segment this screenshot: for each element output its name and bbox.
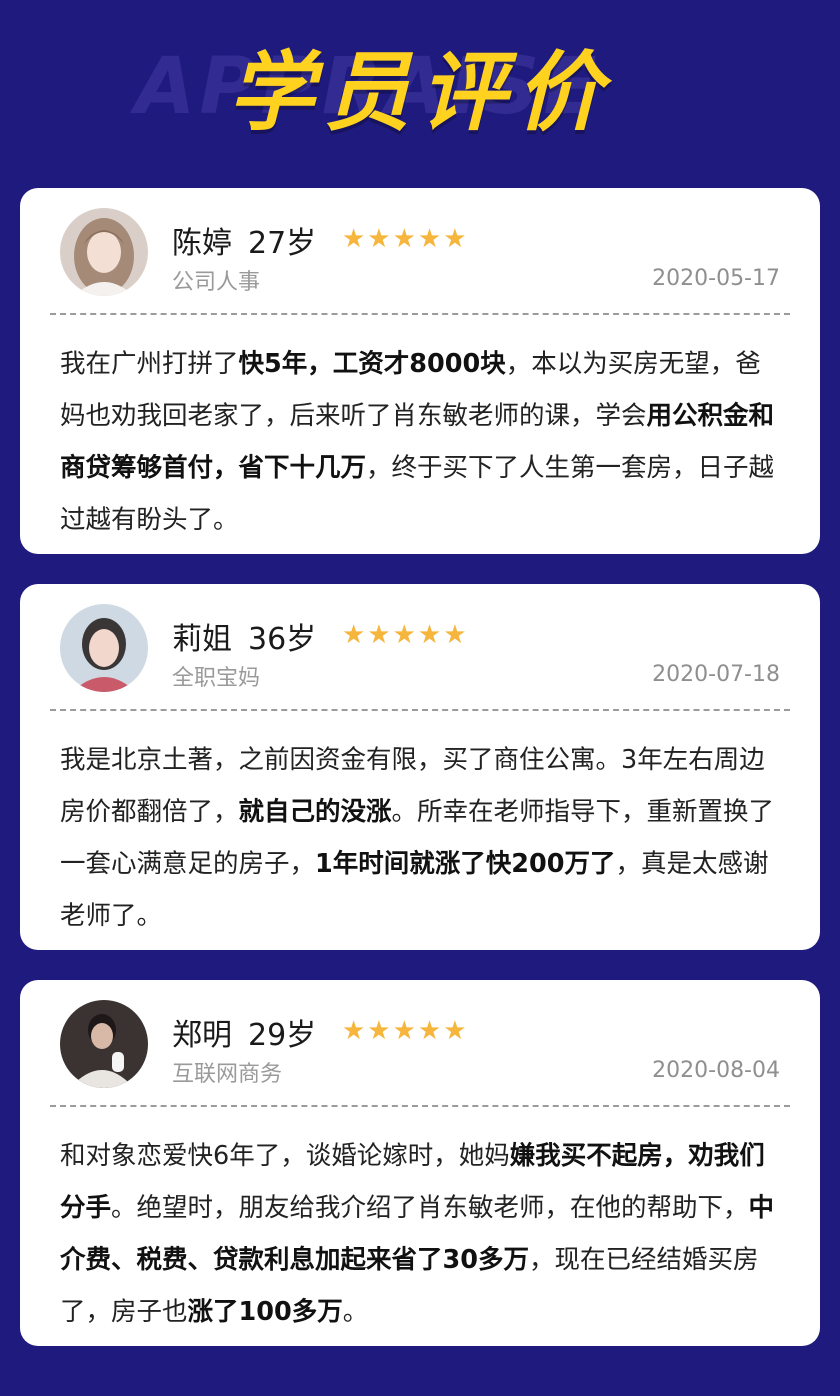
- reviewer-age: 36岁: [248, 622, 317, 657]
- reviewer-occupation: 全职宝妈: [172, 666, 261, 691]
- review-card: 莉姐 36岁 ★★★★★ 全职宝妈 2020-07-18 我是北京土著，之前因资金…: [20, 584, 820, 950]
- page-title: 学员评价: [228, 43, 612, 143]
- review-highlight: 涨了100多万: [187, 1297, 343, 1327]
- reviewer-name: 莉姐: [172, 622, 232, 657]
- reviewer-name-line: 陈婷 27岁: [172, 218, 316, 262]
- reviewer-age: 27岁: [248, 226, 317, 261]
- review-date: 2020-08-04: [652, 1058, 780, 1083]
- star-rating-icon: ★★★★★: [342, 620, 469, 650]
- review-segment: 。绝望时，朋友给我介绍了肖东敏老师，在他的帮助下，: [111, 1193, 749, 1223]
- review-highlight: 就自己的没涨: [238, 797, 392, 827]
- review-segment: 和对象恋爱快6年了，谈婚论嫁时，她妈: [60, 1141, 510, 1171]
- review-card: 陈婷 27岁 ★★★★★ 公司人事 2020-05-17 我在广州打拼了快5年，工…: [20, 188, 820, 554]
- reviewer-name: 陈婷: [172, 226, 232, 261]
- reviewer-occupation: 互联网商务: [172, 1062, 283, 1087]
- reviewer-occupation: 公司人事: [172, 270, 261, 295]
- review-highlight: 快5年，工资才8000块: [238, 349, 506, 379]
- review-segment: 。: [342, 1297, 369, 1327]
- avatar: [60, 208, 148, 296]
- star-rating-icon: ★★★★★: [342, 1016, 469, 1046]
- review-text: 和对象恋爱快6年了，谈婚论嫁时，她妈嫌我买不起房，劝我们分手。绝望时，朋友给我介…: [60, 1130, 786, 1338]
- review-text: 我在广州打拼了快5年，工资才8000块，本以为买房无望，爸妈也劝我回老家了，后来…: [60, 338, 786, 546]
- dashed-divider: [50, 709, 790, 711]
- avatar: [60, 1000, 148, 1088]
- dashed-divider: [50, 313, 790, 315]
- man-portrait-icon: [60, 1000, 148, 1088]
- review-date: 2020-07-18: [652, 662, 780, 687]
- dashed-divider: [50, 1105, 790, 1107]
- review-segment: 我在广州打拼了: [60, 349, 239, 379]
- review-text: 我是北京土著，之前因资金有限，买了商住公寓。3年左右周边房价都翻倍了，就自己的没…: [60, 734, 786, 942]
- review-card: 郑明 29岁 ★★★★★ 互联网商务 2020-08-04 和对象恋爱快6年了，谈…: [20, 980, 820, 1346]
- woman-portrait-icon: [60, 604, 148, 692]
- header: APPRAISE 学员评价: [0, 0, 840, 188]
- reviewer-name-line: 郑明 29岁: [172, 1010, 316, 1054]
- reviewer-name: 郑明: [172, 1018, 232, 1053]
- reviewer-age: 29岁: [248, 1018, 317, 1053]
- avatar: [60, 604, 148, 692]
- review-highlight: 1年时间就涨了快200万了: [315, 849, 616, 879]
- review-date: 2020-05-17: [652, 266, 780, 291]
- star-rating-icon: ★★★★★: [342, 224, 469, 254]
- reviewer-name-line: 莉姐 36岁: [172, 614, 316, 658]
- woman-portrait-icon: [60, 208, 148, 296]
